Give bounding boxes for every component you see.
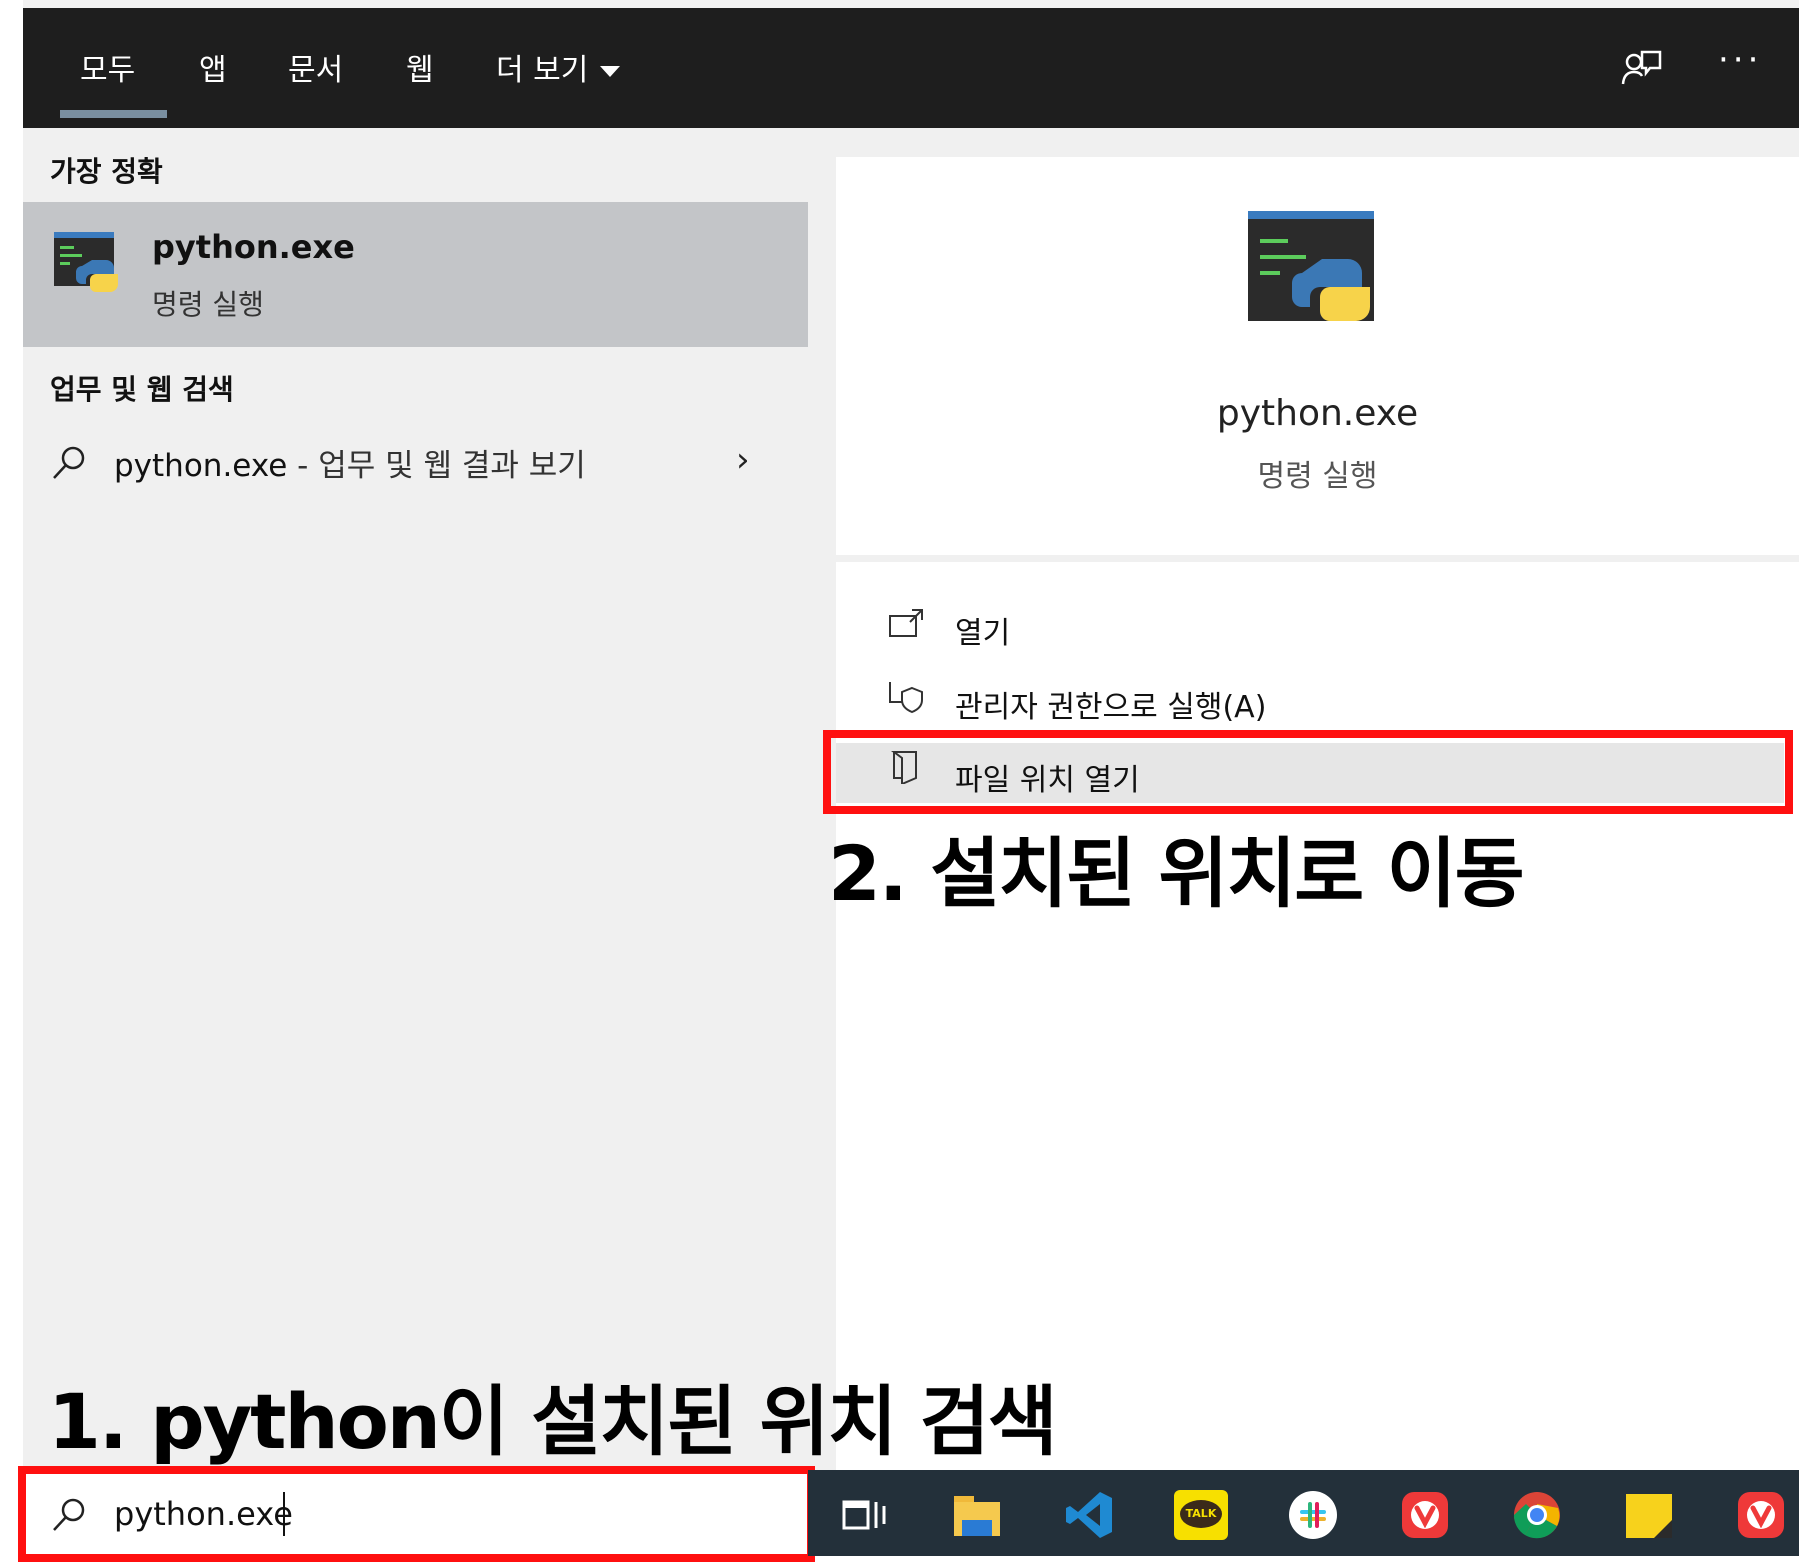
tab-more-label: 더 보기 — [496, 53, 589, 88]
kakaotalk-label: TALK — [1180, 1500, 1222, 1528]
kakaotalk-icon[interactable]: TALK — [1174, 1490, 1228, 1540]
annotation-step1: 1. python이 설치된 위치 검색 — [48, 1377, 1058, 1466]
tab-documents[interactable]: 문서 — [288, 45, 343, 89]
top-strip — [23, 0, 1799, 8]
sticky-notes-icon[interactable] — [1624, 1490, 1674, 1540]
web-suffix: - 업무 및 웹 결과 보기 — [287, 448, 586, 484]
app-name: python.exe — [1216, 393, 1419, 434]
web-search-item[interactable]: python.exe - 업무 및 웹 결과 보기 — [114, 440, 586, 485]
highlight-box-step2 — [823, 730, 1793, 814]
vivaldi-icon[interactable] — [1400, 1490, 1450, 1540]
tab-apps[interactable]: 앱 — [199, 45, 227, 89]
action-run-as-admin[interactable]: 관리자 권한으로 실행(A) — [955, 682, 1266, 726]
file-explorer-icon[interactable] — [952, 1490, 1002, 1540]
more-options-button[interactable]: ··· — [1718, 40, 1762, 80]
python-exe-icon — [54, 232, 118, 292]
best-match-name: python.exe — [152, 228, 355, 266]
vivaldi-icon-2[interactable] — [1736, 1490, 1786, 1540]
chevron-down-icon — [600, 66, 621, 77]
app-preview-card: python.exe 명령 실행 — [836, 157, 1799, 555]
python-exe-large-icon — [1248, 211, 1374, 321]
action-open[interactable]: 열기 — [955, 608, 1010, 652]
slack-icon[interactable] — [1288, 1490, 1338, 1540]
highlight-box-step1 — [18, 1466, 815, 1562]
chrome-icon[interactable] — [1512, 1490, 1562, 1540]
chevron-right-icon[interactable]: › — [736, 440, 750, 480]
tab-web[interactable]: 웹 — [406, 45, 434, 89]
tab-more[interactable]: 더 보기 — [496, 45, 621, 89]
active-tab-indicator — [60, 110, 167, 118]
open-icon — [889, 609, 923, 637]
tab-all[interactable]: 모두 — [80, 45, 135, 89]
admin-shield-icon — [889, 682, 923, 714]
annotation-step2: 2. 설치된 위치로 이동 — [828, 829, 1524, 918]
best-match-heading: 가장 정확 — [50, 155, 163, 188]
best-match-result[interactable] — [23, 202, 808, 347]
best-match-type: 명령 실행 — [152, 288, 264, 321]
feedback-icon[interactable] — [1620, 46, 1664, 90]
web-query: python.exe — [114, 448, 288, 484]
search-icon — [53, 446, 85, 479]
task-view-icon[interactable] — [840, 1490, 890, 1540]
web-search-heading: 업무 및 웹 검색 — [50, 373, 234, 406]
vscode-icon[interactable] — [1064, 1490, 1114, 1540]
app-type: 명령 실행 — [1257, 459, 1378, 494]
